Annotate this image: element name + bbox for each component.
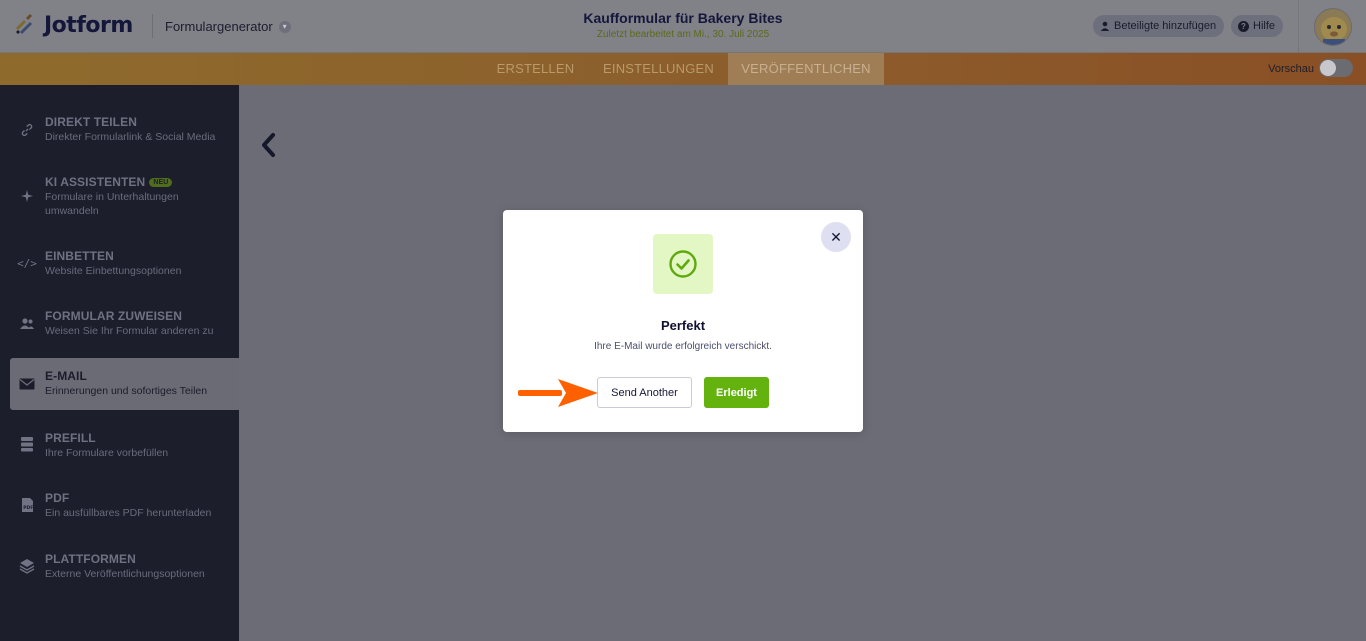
- jotform-logo-icon: [16, 14, 32, 34]
- tab-create[interactable]: ERSTELLEN: [490, 53, 581, 85]
- sparkle-icon: [18, 187, 36, 205]
- avatar-image: [1315, 9, 1351, 45]
- sidebar-item-title-text: KI ASSISTENTEN: [45, 175, 146, 189]
- sidebar-item-title: E-MAIL: [45, 369, 87, 383]
- toggle-knob: [1320, 60, 1336, 76]
- last-edited: Zuletzt bearbeitet am Mi., 30. Juli 2025: [596, 29, 770, 40]
- sidebar-item-desc: Website Einbettungsoptionen: [45, 265, 182, 277]
- top-bar: Jotform Formulargenerator ▾ Kaufformular…: [0, 0, 1366, 53]
- sidebar-item-platforms[interactable]: PLATTFORMEN Externe Veröffentlichungsopt…: [0, 544, 239, 592]
- add-participants-button[interactable]: Beteiligte hinzufügen: [1093, 15, 1225, 37]
- preview-toggle[interactable]: [1319, 59, 1353, 77]
- close-icon: ✕: [830, 228, 842, 245]
- sidebar-item-desc: Externe Veröffentlichungsoptionen: [45, 568, 205, 580]
- jotform-logo[interactable]: Jotform: [14, 12, 133, 38]
- send-another-button[interactable]: Send Another: [597, 377, 692, 408]
- done-button[interactable]: Erledigt: [704, 377, 769, 408]
- chevron-down-icon: ▾: [278, 20, 291, 33]
- sidebar-item-title: PDF: [45, 491, 70, 505]
- back-chevron-icon[interactable]: [259, 132, 279, 158]
- layers-icon: [18, 557, 36, 575]
- sidebar-item-prefill[interactable]: PREFILL Ihre Formulare vorbefüllen: [0, 423, 239, 471]
- svg-text:PDF: PDF: [23, 505, 33, 511]
- link-icon: [18, 121, 36, 139]
- form-generator-label: Formulargenerator: [165, 19, 273, 34]
- form-generator-dropdown[interactable]: Formulargenerator ▾: [165, 19, 291, 34]
- sidebar-item-email[interactable]: E-MAIL Erinnerungen und sofortiges Teile…: [10, 358, 239, 410]
- brand-name: Jotform: [44, 12, 133, 38]
- add-participants-label: Beteiligte hinzufügen: [1114, 20, 1217, 32]
- sidebar-item-desc: Weisen Sie Ihr Formular anderen zu: [45, 325, 214, 337]
- header-divider: [152, 14, 153, 38]
- sidebar-item-title: KI ASSISTENTEN NEU: [45, 175, 173, 189]
- mail-icon: [18, 375, 36, 393]
- form-title-block: Kaufformular für Bakery Bites Zuletzt be…: [483, 10, 883, 40]
- sidebar-item-title: FORMULAR ZUWEISEN: [45, 309, 183, 323]
- question-icon: ?: [1238, 20, 1249, 32]
- sidebar-item-title: EINBETTEN: [45, 249, 114, 263]
- sidebar-item-title: DIREKT TEILEN: [45, 115, 137, 129]
- sidebar-item-desc: Erinnerungen und sofortiges Teilen: [45, 385, 208, 397]
- tab-settings[interactable]: EINSTELLUNGEN: [598, 53, 719, 85]
- success-check-container: [653, 234, 713, 294]
- modal-message: Ihre E-Mail wurde erfolgreich verschickt…: [594, 341, 772, 352]
- new-badge: NEU: [149, 178, 173, 187]
- sidebar-item-title: PLATTFORMEN: [45, 552, 136, 566]
- sidebar-item-desc: Ihre Formulare vorbefüllen: [45, 447, 169, 459]
- header-divider-right: [1298, 0, 1299, 53]
- main-nav-bar: ERSTELLEN EINSTELLUNGEN VERÖFFENTLICHEN …: [0, 53, 1366, 85]
- sidebar-item-assign-form[interactable]: FORMULAR ZUWEISEN Weisen Sie Ihr Formula…: [0, 301, 239, 349]
- help-label: Hilfe: [1253, 20, 1276, 32]
- sidebar-item-direct-share[interactable]: DIREKT TEILEN Direkter Formularlink & So…: [0, 107, 239, 155]
- sidebar-item-desc: Ein ausfüllbares PDF herunterladen: [45, 507, 212, 519]
- publish-sidebar: DIREKT TEILEN Direkter Formularlink & So…: [0, 85, 239, 641]
- sidebar-item-embed[interactable]: </> EINBETTEN Website Einbettungsoptione…: [0, 241, 239, 289]
- avatar[interactable]: [1314, 8, 1352, 46]
- prefill-icon: [18, 435, 36, 453]
- sidebar-item-pdf[interactable]: PDF PDF Ein ausfüllbares PDF herunterlad…: [0, 483, 239, 531]
- help-button[interactable]: ? Hilfe: [1231, 15, 1284, 37]
- sidebar-item-desc: Formulare in Unterhaltungen umwandeln: [45, 191, 179, 217]
- user-icon: [1100, 21, 1110, 31]
- users-icon: [18, 315, 36, 333]
- check-circle-icon: [669, 250, 697, 278]
- sidebar-item-title: PREFILL: [45, 431, 96, 445]
- close-button[interactable]: ✕: [821, 222, 851, 252]
- annotation-arrow-icon: [518, 379, 598, 407]
- preview-label: Vorschau: [1268, 63, 1314, 75]
- sidebar-item-desc: Direkter Formularlink & Social Media: [45, 131, 216, 143]
- sidebar-item-ai-assistants[interactable]: KI ASSISTENTEN NEU Formulare in Unterhalt…: [0, 167, 239, 225]
- form-title[interactable]: Kaufformular für Bakery Bites: [483, 10, 883, 26]
- tab-publish[interactable]: VERÖFFENTLICHEN: [728, 53, 884, 85]
- pdf-icon: PDF: [18, 496, 36, 514]
- modal-title: Perfekt: [660, 318, 706, 333]
- code-icon: </>: [17, 256, 37, 270]
